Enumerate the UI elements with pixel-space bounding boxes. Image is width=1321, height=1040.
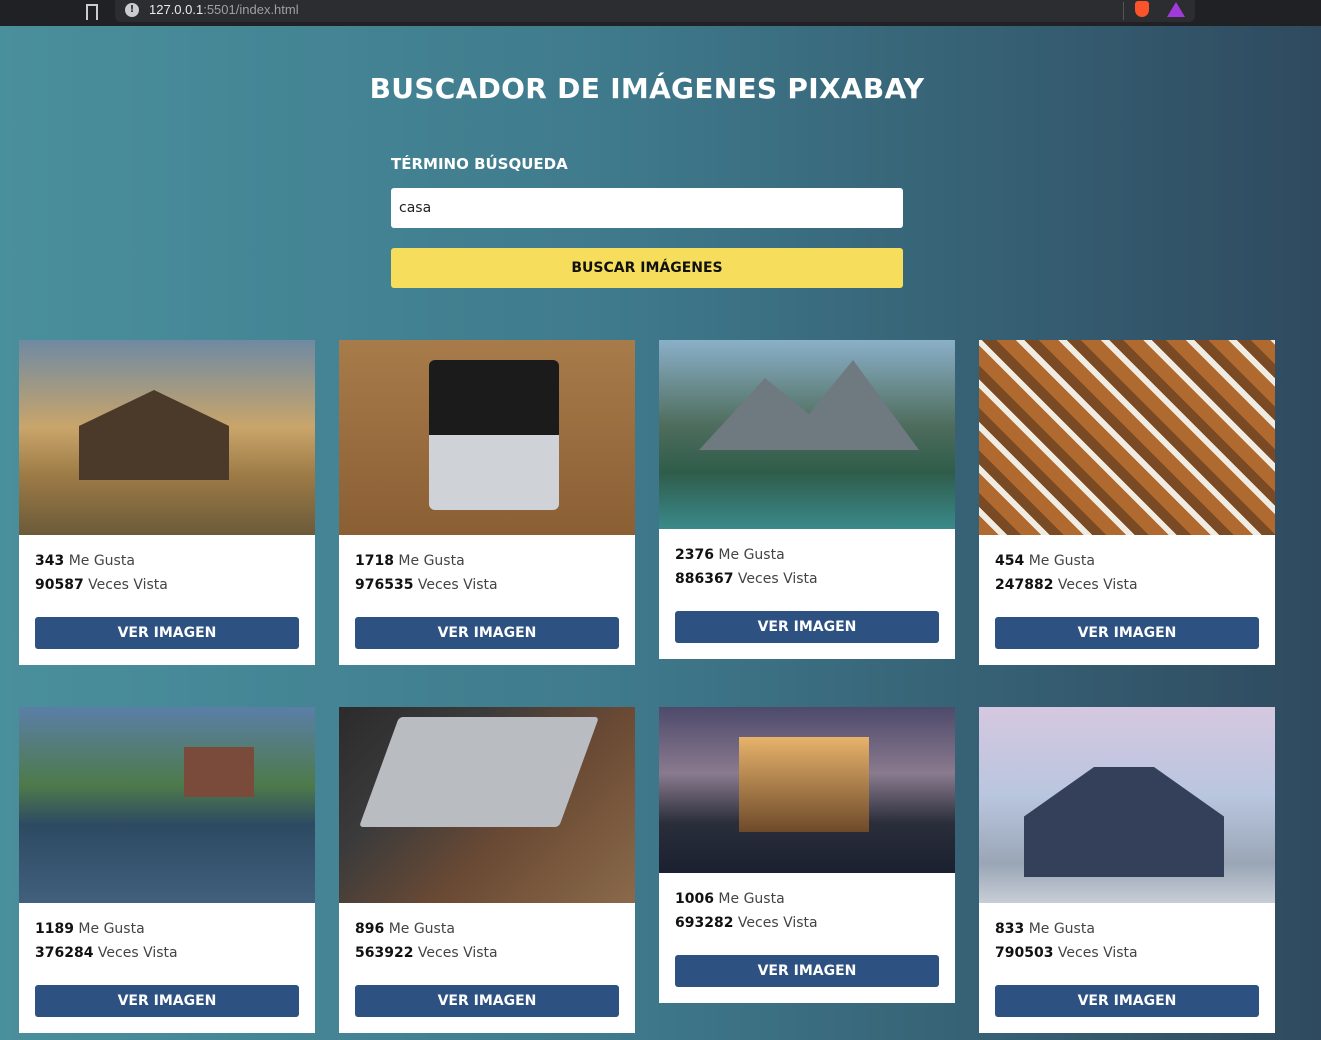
brave-rewards-icon[interactable] [1167, 2, 1185, 17]
result-card: 833 Me Gusta 790503 Veces Vista VER IMAG… [979, 707, 1275, 1033]
result-card: 1718 Me Gusta 976535 Veces Vista VER IMA… [339, 340, 635, 665]
result-card: 1006 Me Gusta 693282 Veces Vista VER IMA… [659, 707, 955, 1003]
views-label: Veces Vista [1057, 945, 1138, 961]
views-count: 976535 [355, 577, 414, 593]
result-card: 896 Me Gusta 563922 Veces Vista VER IMAG… [339, 707, 635, 1033]
likes-count: 343 [35, 553, 65, 569]
toolbar-divider [1123, 2, 1124, 20]
browser-toolbar: ! 127.0.0.1:5501/index.html [0, 0, 1321, 26]
likes-stat: 833 Me Gusta [995, 917, 1259, 941]
likes-label: Me Gusta [398, 553, 465, 569]
search-label: TÉRMINO BÚSQUEDA [391, 155, 568, 173]
likes-count: 833 [995, 921, 1025, 937]
views-stat: 563922 Veces Vista [355, 941, 619, 965]
likes-label: Me Gusta [1028, 553, 1095, 569]
page-title: BUSCADOR DE IMÁGENES PIXABAY [369, 72, 925, 105]
view-image-button[interactable]: VER IMAGEN [675, 955, 939, 987]
result-image [19, 707, 315, 903]
views-count: 376284 [35, 945, 94, 961]
result-image [979, 340, 1275, 535]
views-stat: 693282 Veces Vista [675, 911, 939, 935]
view-image-button[interactable]: VER IMAGEN [355, 617, 619, 649]
likes-stat: 896 Me Gusta [355, 917, 619, 941]
likes-stat: 454 Me Gusta [995, 549, 1259, 573]
views-stat: 976535 Veces Vista [355, 573, 619, 597]
search-form: TÉRMINO BÚSQUEDA BUSCAR IMÁGENES [391, 152, 903, 288]
views-label: Veces Vista [737, 915, 818, 931]
views-stat: 790503 Veces Vista [995, 941, 1259, 965]
views-stat: 90587 Veces Vista [35, 573, 299, 597]
likes-count: 1718 [355, 553, 394, 569]
views-stat: 376284 Veces Vista [35, 941, 299, 965]
result-image [659, 340, 955, 529]
views-count: 90587 [35, 577, 84, 593]
likes-stat: 1006 Me Gusta [675, 887, 939, 911]
likes-stat: 2376 Me Gusta [675, 543, 939, 567]
views-label: Veces Vista [417, 945, 498, 961]
view-image-button[interactable]: VER IMAGEN [355, 985, 619, 1017]
result-card: 454 Me Gusta 247882 Veces Vista VER IMAG… [979, 340, 1275, 665]
views-stat: 886367 Veces Vista [675, 567, 939, 591]
view-image-button[interactable]: VER IMAGEN [35, 985, 299, 1017]
views-label: Veces Vista [88, 577, 168, 593]
result-image [19, 340, 315, 535]
url-text[interactable]: 127.0.0.1:5501/index.html [149, 2, 299, 17]
likes-label: Me Gusta [1028, 921, 1095, 937]
url-path: :5501/index.html [203, 2, 299, 17]
likes-count: 2376 [675, 547, 714, 563]
likes-label: Me Gusta [388, 921, 455, 937]
address-bar[interactable]: ! 127.0.0.1:5501/index.html [115, 0, 1195, 22]
views-label: Veces Vista [97, 945, 178, 961]
likes-stat: 1189 Me Gusta [35, 917, 299, 941]
views-stat: 247882 Veces Vista [995, 573, 1259, 597]
bookmark-icon[interactable] [86, 4, 98, 20]
likes-count: 1189 [35, 921, 74, 937]
brave-shield-icon[interactable] [1135, 1, 1149, 17]
view-image-button[interactable]: VER IMAGEN [995, 985, 1259, 1017]
result-card: 343 Me Gusta 90587 Veces Vista VER IMAGE… [19, 340, 315, 665]
likes-count: 454 [995, 553, 1025, 569]
likes-count: 1006 [675, 891, 714, 907]
views-label: Veces Vista [1057, 577, 1138, 593]
views-count: 790503 [995, 945, 1054, 961]
result-image [659, 707, 955, 873]
view-image-button[interactable]: VER IMAGEN [675, 611, 939, 643]
views-count: 886367 [675, 571, 734, 587]
site-info-icon[interactable]: ! [125, 3, 139, 17]
result-image [979, 707, 1275, 903]
result-image [339, 707, 635, 903]
result-card: 1189 Me Gusta 376284 Veces Vista VER IMA… [19, 707, 315, 1033]
likes-stat: 343 Me Gusta [35, 549, 299, 573]
search-button[interactable]: BUSCAR IMÁGENES [391, 248, 903, 288]
result-image [339, 340, 635, 535]
result-card: 2376 Me Gusta 886367 Veces Vista VER IMA… [659, 340, 955, 659]
views-label: Veces Vista [417, 577, 498, 593]
likes-label: Me Gusta [718, 547, 785, 563]
likes-label: Me Gusta [718, 891, 785, 907]
likes-label: Me Gusta [68, 553, 135, 569]
view-image-button[interactable]: VER IMAGEN [35, 617, 299, 649]
views-count: 693282 [675, 915, 734, 931]
views-label: Veces Vista [737, 571, 818, 587]
search-input[interactable] [391, 188, 903, 228]
views-count: 563922 [355, 945, 414, 961]
views-count: 247882 [995, 577, 1054, 593]
likes-label: Me Gusta [78, 921, 145, 937]
likes-count: 896 [355, 921, 385, 937]
likes-stat: 1718 Me Gusta [355, 549, 619, 573]
url-host: 127.0.0.1 [149, 2, 204, 17]
view-image-button[interactable]: VER IMAGEN [995, 617, 1259, 649]
